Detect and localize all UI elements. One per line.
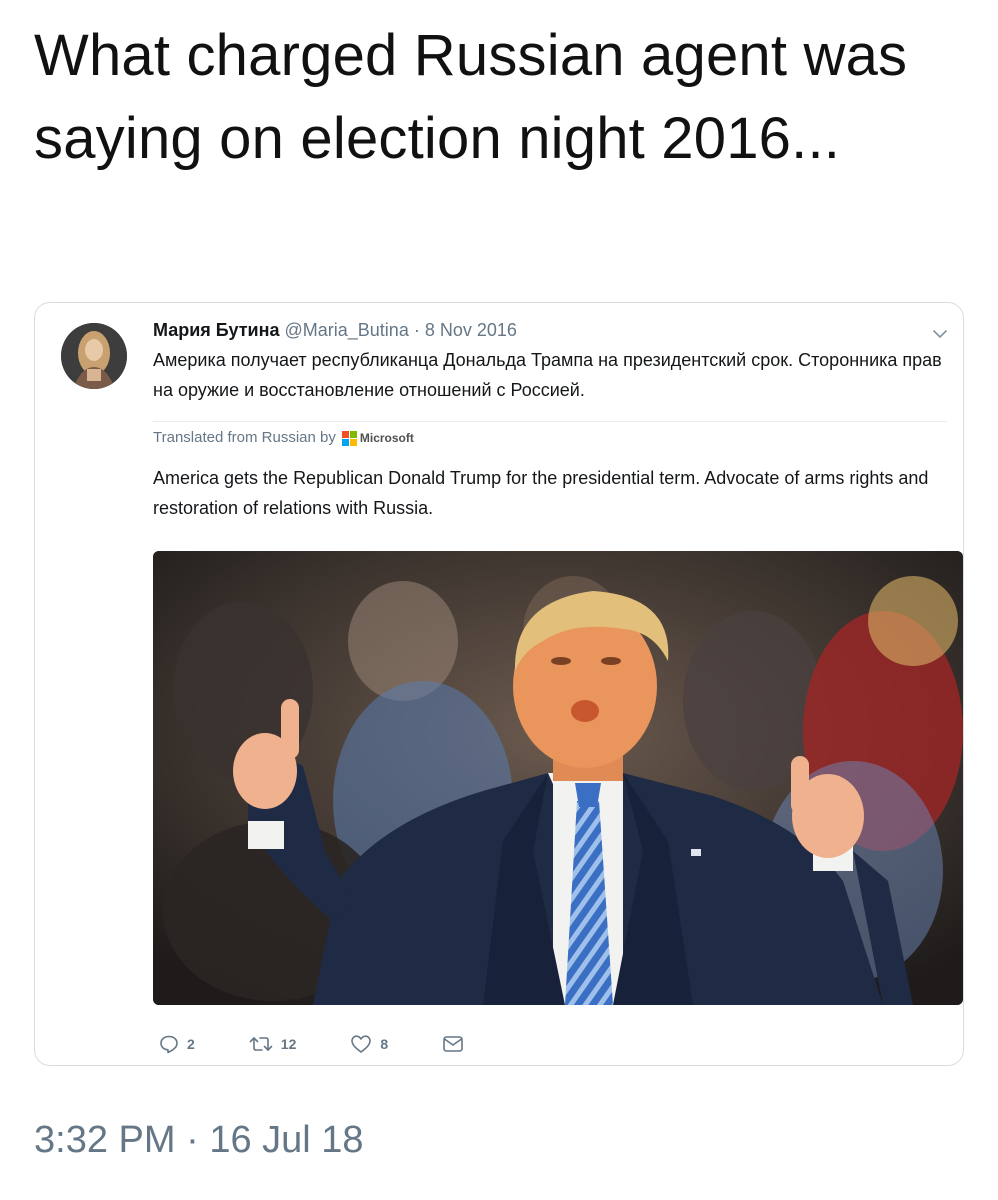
chevron-down-icon[interactable] — [929, 323, 951, 345]
tweet-date[interactable]: 8 Nov 2016 — [425, 320, 517, 340]
retweet-button[interactable]: 12 — [249, 1034, 297, 1054]
retweet-count: 12 — [280, 1036, 297, 1052]
display-name[interactable]: Мария Бутина — [153, 320, 279, 340]
translated-text: America gets the Republican Donald Trump… — [153, 468, 929, 518]
direct-message-icon — [442, 1034, 464, 1054]
reply-count: 2 — [187, 1036, 195, 1052]
direct-message-button[interactable] — [442, 1034, 464, 1054]
post-time: 3:32 PM — [34, 1119, 176, 1161]
timestamp-separator: · — [186, 1119, 199, 1161]
divider — [153, 421, 947, 422]
translator-name: Microsoft — [359, 431, 414, 445]
tweet-header: Мария Бутина @Maria_Butina · 8 Nov 2016 — [153, 317, 517, 343]
tweet-photo[interactable] — [153, 551, 963, 1005]
like-count: 8 — [380, 1036, 389, 1052]
like-button[interactable]: 8 — [350, 1034, 388, 1054]
translation-attribution: Translated from Russian by Microsoft — [153, 427, 414, 449]
post-timestamp[interactable]: 3:32 PM · 16 Jul 18 — [34, 1116, 364, 1164]
microsoft-logo-icon — [341, 430, 357, 446]
header-separator: · — [413, 320, 420, 340]
like-icon — [350, 1034, 372, 1054]
tweet-actions: 2 12 8 — [153, 1031, 464, 1057]
post-date: 16 Jul 18 — [209, 1119, 364, 1161]
reply-button[interactable]: 2 — [159, 1034, 195, 1054]
retweet-icon — [249, 1034, 273, 1054]
translated-label: Translated from Russian by — [153, 429, 336, 446]
post-text: What charged Russian agent was saying on… — [34, 23, 908, 171]
avatar[interactable] — [61, 323, 127, 389]
quoted-tweet-card[interactable]: Мария Бутина @Maria_Butina · 8 Nov 2016 … — [34, 302, 964, 1066]
tweet-text: Америка получает республиканца Дональда … — [153, 350, 942, 400]
user-handle[interactable]: @Maria_Butina — [285, 320, 409, 340]
reply-icon — [159, 1034, 179, 1054]
